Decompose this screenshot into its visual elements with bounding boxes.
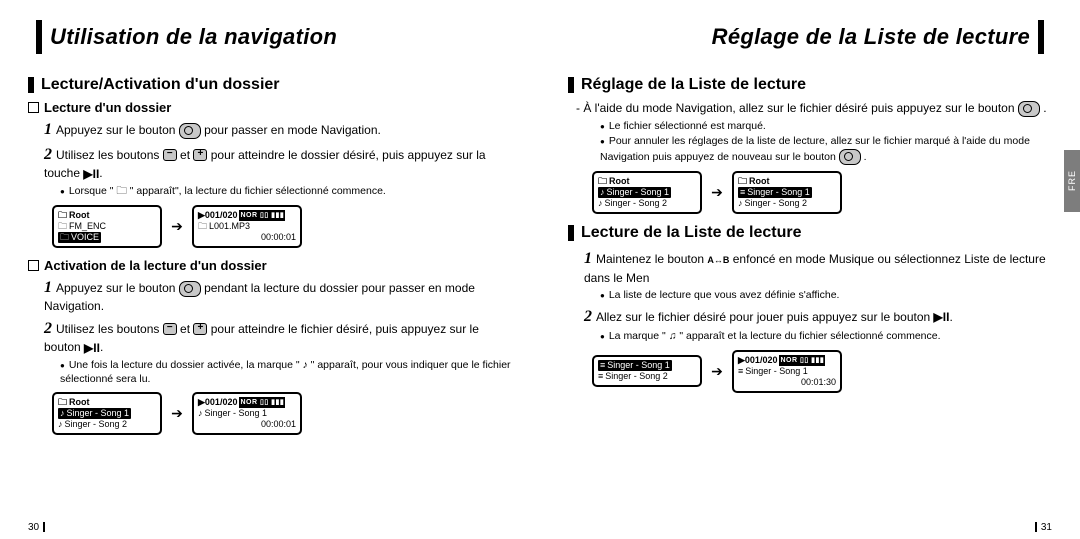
lcd-screen: ▶001/020NOR ▯▯ ▮▮▮ Singer - Song 1 00:01… [732,350,842,393]
lcd-row: Root Singer - Song 1 Singer - Song 2 ➔ R… [592,171,1052,214]
arrow-right-icon: ➔ [708,362,726,380]
step: 1Maintenez le bouton A↔B enfoncé en mode… [584,248,1052,286]
right-header: Réglage de la Liste de lecture [712,20,1052,54]
left-sec2-h3: Activation de la lecture d'un dossier [28,258,512,273]
page-number-left: 30 [28,522,49,533]
step: 2Utilisez les boutons − et + pour attein… [44,144,512,183]
step-number: 2 [44,146,52,163]
right-sec2-h2: Lecture de la Liste de lecture [568,224,1052,242]
lcd-screen: Root Singer - Song 1 Singer - Song 2 [592,171,702,214]
status-icons: NOR ▯▯ ▮▮▮ [239,210,285,221]
language-tab: FRE [1064,150,1080,212]
header-bar-icon [36,20,42,54]
lcd-row: Root Singer - Song 1 Singer - Song 2 ➔ ▶… [52,392,512,435]
lcd-screen: Root Singer - Song 1 Singer - Song 2 [732,171,842,214]
lcd-screen: ▶001/020NOR ▯▯ ▮▮▮ Singer - Song 1 00:00… [192,392,302,435]
status-icons: NOR ▯▯ ▮▮▮ [779,355,825,366]
nav-button-icon [179,281,201,297]
h2-bar-icon [568,77,574,93]
right-page: Réglage de la Liste de lecture Réglage d… [540,0,1080,539]
minus-button-icon: − [163,149,177,161]
intro-line: - À l'aide du mode Navigation, allez sur… [576,100,1052,117]
page-number-right: 31 [1031,522,1052,533]
square-bullet-icon [28,260,39,271]
note: Lorsque " 🗀 " apparaît", la lecture du f… [60,185,512,199]
lcd-screen: Root Singer - Song 1 Singer - Song 2 [52,392,162,435]
right-content: Réglage de la Liste de lecture - À l'aid… [568,76,1052,515]
lcd-row: Root FM_ENC VOICE ➔ ▶001/020NOR ▯▯ ▮▮▮ L… [52,205,512,248]
step-number: 1 [44,121,52,138]
right-header-title: Réglage de la Liste de lecture [712,24,1030,50]
note: La marque " ♫ " apparaît et la lecture d… [600,330,1052,344]
arrow-right-icon: ➔ [168,405,186,423]
header-bar-icon [1038,20,1044,54]
h2-bar-icon [28,77,34,93]
plus-button-icon: + [193,323,207,335]
plus-button-icon: + [193,149,207,161]
h2-text: Lecture/Activation d'un dossier [41,76,280,94]
arrow-right-icon: ➔ [708,184,726,202]
right-sec1-h2: Réglage de la Liste de lecture [568,76,1052,94]
right-section-1: Réglage de la Liste de lecture - À l'aid… [568,76,1052,214]
spread: Utilisation de la navigation Lecture/Act… [0,0,1080,539]
square-bullet-icon [28,102,39,113]
left-section-2: Activation de la lecture d'un dossier 1A… [28,258,512,436]
note: Pour annuler les réglages de la liste de… [600,135,1052,165]
lcd-row: Singer - Song 1 Singer - Song 2 ➔ ▶001/0… [592,350,1052,393]
left-header: Utilisation de la navigation [28,20,337,54]
step: 1Appuyez sur le bouton pendant la lectur… [44,277,512,315]
note: Une fois la lecture du dossier activée, … [60,359,512,386]
step: 1Appuyez sur le bouton pour passer en mo… [44,119,512,141]
left-sec1-h3: Lecture d'un dossier [28,100,512,115]
h2-bar-icon [568,225,574,241]
left-content: Lecture/Activation d'un dossier Lecture … [28,76,512,515]
note: La liste de lecture que vous avez défini… [600,289,1052,303]
step: 2Utilisez les boutons − et + pour attein… [44,318,512,357]
nav-button-icon [1018,101,1040,117]
play-pause-icon: ▶II [83,166,99,182]
manual-spread: Utilisation de la navigation Lecture/Act… [0,0,1080,539]
left-h2: Lecture/Activation d'un dossier [28,76,512,94]
lcd-screen: Singer - Song 1 Singer - Song 2 [592,355,702,387]
step: 2Allez sur le fichier désiré pour jouer … [584,306,1052,328]
lcd-screen: Root FM_ENC VOICE [52,205,162,248]
left-header-title: Utilisation de la navigation [50,24,337,50]
right-section-2: Lecture de la Liste de lecture 1Maintene… [568,224,1052,393]
note: Le fichier sélectionné est marqué. [600,120,1052,134]
nav-button-icon [179,123,201,139]
play-pause-icon: ▶II [84,340,100,356]
play-pause-icon: ▶II [934,309,950,325]
left-section-1: Lecture d'un dossier 1Appuyez sur le bou… [28,100,512,248]
lcd-screen: ▶001/020NOR ▯▯ ▮▮▮ L001.MP3 00:00:01 [192,205,302,248]
left-page: Utilisation de la navigation Lecture/Act… [0,0,540,539]
pagenum-bar-icon [1035,522,1037,532]
ab-repeat-icon: A↔B [707,254,729,266]
arrow-right-icon: ➔ [168,217,186,235]
status-icons: NOR ▯▯ ▮▮▮ [239,397,285,408]
nav-button-icon [839,149,861,165]
pagenum-bar-icon [43,522,45,532]
minus-button-icon: − [163,323,177,335]
